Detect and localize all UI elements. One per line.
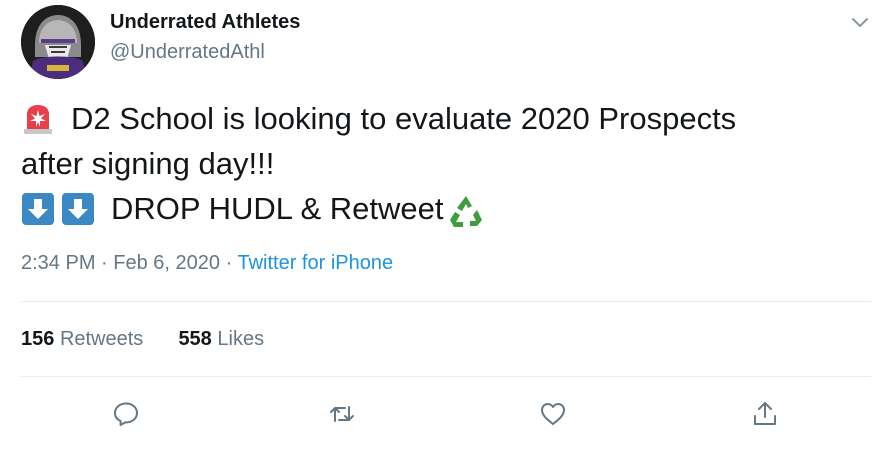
like-icon[interactable] bbox=[536, 397, 570, 431]
author-name[interactable]: Underrated Athletes bbox=[110, 11, 300, 34]
tweet-line-2-text: after signing day!!! bbox=[21, 146, 275, 181]
tweet-time[interactable]: 2:34 PM bbox=[21, 252, 95, 274]
tweet-source-link[interactable]: Twitter for iPhone bbox=[237, 252, 393, 274]
tweet-text: D2 School is looking to evaluate 2020 Pr… bbox=[21, 96, 861, 231]
down-arrow-emoji-icon bbox=[61, 192, 95, 226]
likes-stat[interactable]: 558 Likes bbox=[178, 328, 264, 350]
tweet-line-3-text: DROP HUDL & Retweet bbox=[111, 191, 444, 226]
retweet-icon[interactable] bbox=[325, 397, 359, 431]
tweet-line-1: D2 School is looking to evaluate 2020 Pr… bbox=[21, 96, 861, 141]
likes-label: Likes bbox=[217, 328, 265, 350]
avatar[interactable] bbox=[21, 5, 95, 79]
recycle-emoji-icon bbox=[446, 192, 482, 227]
down-arrow-emoji-icon bbox=[21, 192, 55, 226]
meta-separator: · bbox=[225, 252, 233, 274]
meta-separator: · bbox=[101, 252, 108, 274]
reply-icon[interactable] bbox=[109, 397, 143, 431]
police-light-emoji-icon bbox=[21, 102, 55, 136]
tweet-meta: 2:34 PM · Feb 6, 2020 · Twitter for iPho… bbox=[21, 252, 393, 275]
tweet-stats: 156 Retweets 558 Likes bbox=[21, 328, 264, 351]
retweets-stat[interactable]: 156 Retweets bbox=[21, 328, 149, 350]
tweet-line-1-text: D2 School is looking to evaluate 2020 Pr… bbox=[71, 101, 737, 136]
retweets-count: 156 bbox=[21, 328, 55, 350]
divider bbox=[21, 301, 871, 302]
tweet-line-3: DROP HUDL & Retweet bbox=[21, 186, 861, 231]
author-handle[interactable]: @UnderratedAthl bbox=[110, 41, 265, 64]
share-icon[interactable] bbox=[748, 397, 782, 431]
tweet-date[interactable]: Feb 6, 2020 bbox=[113, 252, 220, 274]
tweet-line-2: after signing day!!! bbox=[21, 141, 861, 186]
retweets-label: Retweets bbox=[59, 328, 144, 350]
likes-count: 558 bbox=[178, 328, 212, 350]
tweet-actions bbox=[0, 397, 880, 431]
chevron-down-icon[interactable] bbox=[849, 12, 871, 34]
football-player-avatar-icon bbox=[21, 5, 95, 79]
divider bbox=[21, 376, 871, 377]
